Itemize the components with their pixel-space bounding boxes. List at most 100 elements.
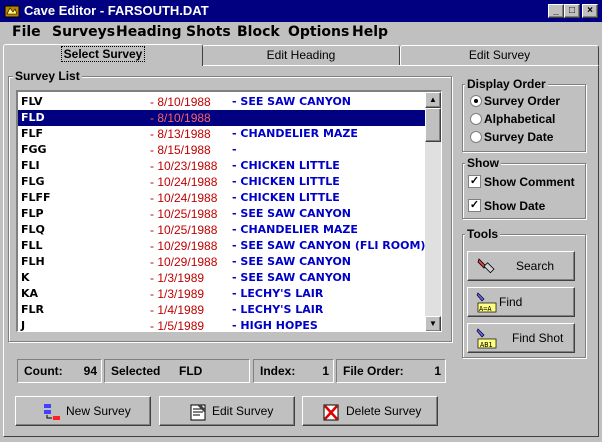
radio-dot-icon <box>470 95 482 107</box>
survey-date: - 10/24/1988 <box>150 175 218 189</box>
tab-select-survey[interactable]: Select Survey <box>3 44 203 66</box>
menu-heading[interactable]: Heading <box>116 24 181 40</box>
survey-date: - 1/4/1989 <box>150 303 205 317</box>
survey-name: FLQ <box>21 223 45 236</box>
survey-comment: - CHICKEN LITTLE <box>232 191 340 204</box>
survey-comment: - LECHY'S LAIR <box>232 287 324 300</box>
survey-row[interactable]: FLD - 8/10/1988 <box>18 110 426 126</box>
survey-row[interactable]: FLG - 10/24/1988 - CHICKEN LITTLE <box>18 174 426 190</box>
file-order-value: 1 <box>434 364 441 378</box>
selected-label: Selected <box>111 364 161 378</box>
survey-comment: - LECHY'S LAIR <box>232 303 324 316</box>
survey-date: - 8/10/1988 <box>150 95 211 109</box>
survey-row[interactable]: FLP - 10/25/1988 - SEE SAW CANYON <box>18 206 426 222</box>
scroll-down-arrow-icon[interactable]: ▼ <box>425 316 441 331</box>
survey-date: - 10/25/1988 <box>150 207 218 221</box>
svg-text:A=A: A=A <box>479 305 492 313</box>
survey-list-label: Survey List <box>13 69 82 83</box>
delete-survey-label: Delete Survey <box>346 404 422 418</box>
minimize-button[interactable]: _ <box>548 4 564 18</box>
survey-listbox[interactable]: FLV - 8/10/1988 - SEE SAW CANYON FLD - 8/10/… <box>16 90 442 332</box>
flashlight-icon <box>477 258 495 274</box>
survey-name: FLF <box>21 127 44 140</box>
survey-comment: - HIGH HOPES <box>232 319 318 332</box>
survey-row[interactable]: FLFF - 10/24/1988 - CHICKEN LITTLE <box>18 190 426 206</box>
show-label: Show <box>465 156 501 170</box>
menu-help[interactable]: Help <box>352 24 388 40</box>
tools-label: Tools <box>465 227 501 241</box>
edit-survey-button[interactable]: Edit Survey <box>159 396 295 426</box>
survey-date: - 10/29/1988 <box>150 239 218 253</box>
survey-name: KA <box>21 287 39 300</box>
scroll-up-arrow-icon[interactable]: ▲ <box>425 92 441 108</box>
find-shot-button[interactable]: AB1 Find Shot <box>467 323 575 353</box>
survey-row[interactable]: FLQ - 10/25/1988 - CHANDELIER MAZE <box>18 222 426 238</box>
find-duplicates-icon: A=A <box>476 292 497 313</box>
menu-surveys[interactable]: Surveys <box>52 24 115 40</box>
survey-date: - 8/10/1988 <box>150 111 211 125</box>
display-order-label: Display Order <box>465 77 548 91</box>
index-value: 1 <box>322 364 329 378</box>
survey-row[interactable]: K - 1/3/1989 - SEE SAW CANYON <box>18 270 426 286</box>
survey-comment: - CHICKEN LITTLE <box>232 159 340 172</box>
menu-block[interactable]: Block <box>237 24 280 40</box>
radio-alphabetical-label: Alphabetical <box>484 112 556 126</box>
index-label: Index: <box>260 364 296 378</box>
search-label: Search <box>516 259 555 273</box>
survey-row[interactable]: FLH - 10/29/1988 - SEE SAW CANYON <box>18 254 426 270</box>
tab-select-survey-label: Select Survey <box>60 46 146 62</box>
tab-edit-heading[interactable]: Edit Heading <box>202 45 400 65</box>
survey-row[interactable]: FLF - 8/13/1988 - CHANDELIER MAZE <box>18 126 426 142</box>
survey-row[interactable]: FLR - 1/4/1989 - LECHY'S LAIR <box>18 302 426 318</box>
edit-survey-label: Edit Survey <box>212 404 274 418</box>
survey-name: FLV <box>21 95 43 108</box>
survey-name: FLP <box>21 207 44 220</box>
vertical-scrollbar[interactable]: ▲ ▼ <box>425 92 441 331</box>
survey-row[interactable]: FLI - 10/23/1988 - CHICKEN LITTLE <box>18 158 426 174</box>
new-survey-icon <box>44 404 60 420</box>
survey-date: - 10/24/1988 <box>150 191 218 205</box>
survey-row[interactable]: FLV - 8/10/1988 - SEE SAW CANYON <box>18 94 426 110</box>
menu-file[interactable]: File <box>12 24 41 40</box>
find-shot-label: Find Shot <box>512 331 564 345</box>
new-survey-button[interactable]: New Survey <box>15 396 151 426</box>
survey-comment: - CHICKEN LITTLE <box>232 175 340 188</box>
maximize-button[interactable]: □ <box>564 4 580 18</box>
find-duplicates-button[interactable]: A=A Find Duplicates <box>467 287 575 337</box>
delete-survey-button[interactable]: Delete Survey <box>302 396 438 426</box>
survey-row[interactable]: J - 1/5/1989 - HIGH HOPES <box>18 318 426 332</box>
menu-options[interactable]: Options <box>288 24 349 40</box>
file-order-field: File Order: 1 <box>336 359 446 383</box>
survey-comment: - <box>232 143 237 156</box>
survey-name: FLD <box>21 111 45 124</box>
survey-row[interactable]: FGG - 8/15/1988 - <box>18 142 426 158</box>
menu-shots[interactable]: Shots <box>186 24 231 40</box>
survey-name: FGG <box>21 143 47 156</box>
survey-comment: - SEE SAW CANYON <box>232 255 352 268</box>
selected-field: Selected FLD <box>104 359 250 383</box>
selected-value: FLD <box>179 364 203 378</box>
survey-name: FLL <box>21 239 43 252</box>
tab-edit-survey[interactable]: Edit Survey <box>400 45 599 65</box>
radio-survey-order-label: Survey Order <box>484 94 561 108</box>
edit-survey-icon <box>190 404 206 421</box>
checkmark-icon: ✓ <box>468 199 481 212</box>
close-button[interactable]: × <box>582 4 598 18</box>
search-button[interactable]: Search <box>467 251 575 281</box>
survey-comment: - SEE SAW CANYON <box>232 271 352 284</box>
title-bar[interactable]: Cave Editor - FARSOUTH.DAT _ □ × <box>0 0 602 22</box>
index-field: Index: 1 <box>253 359 334 383</box>
scroll-thumb[interactable] <box>425 108 441 142</box>
show-date-label: Show Date <box>484 199 546 213</box>
survey-row[interactable]: KA - 1/3/1989 - LECHY'S LAIR <box>18 286 426 302</box>
count-value: 94 <box>83 364 97 378</box>
file-order-label: File Order: <box>343 364 404 378</box>
survey-date: - 1/3/1989 <box>150 287 205 301</box>
radio-empty-icon <box>470 113 482 125</box>
survey-name: FLG <box>21 175 45 188</box>
survey-name: FLH <box>21 255 45 268</box>
survey-name: FLR <box>21 303 44 316</box>
survey-date: - 1/3/1989 <box>150 271 205 285</box>
survey-date: - 8/15/1988 <box>150 143 211 157</box>
survey-row[interactable]: FLL - 10/29/1988 - SEE SAW CANYON (FLI ROO… <box>18 238 426 254</box>
